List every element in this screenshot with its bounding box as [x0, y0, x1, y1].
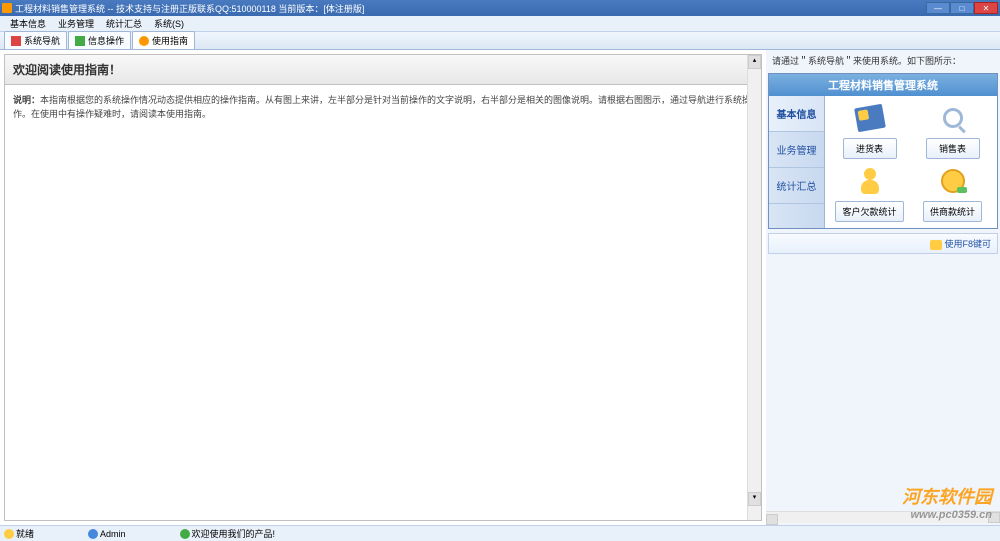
side-tab-business[interactable]: 业务管理 — [769, 132, 824, 168]
sidebar: 请通过＂系统导航＂来使用系统。如下图所示： 工程材料销售管理系统 基本信息 业务… — [766, 50, 1000, 525]
statusbar: 就绪 Admin 欢迎使用我们的产品! — [0, 525, 1000, 541]
purchase-button[interactable]: 进货表 — [843, 138, 897, 159]
menubar: 基本信息 业务管理 统计汇总 系统(S) — [0, 16, 1000, 32]
side-tab-stats[interactable]: 统计汇总 — [769, 168, 824, 204]
content-area: 欢迎阅读使用指南！ 说明：本指南根据您的系统操作情况动态提供相应的操作指南。从有… — [0, 50, 766, 525]
status-welcome-text: 欢迎使用我们的产品! — [192, 527, 276, 540]
nav-panel-title: 工程材料销售管理系统 — [769, 74, 997, 96]
desc-label: 说明： — [13, 95, 40, 105]
tab-info-ops[interactable]: 信息操作 — [68, 31, 131, 49]
nav-card-purchase: 进货表 — [831, 102, 908, 159]
menu-stats[interactable]: 统计汇总 — [100, 17, 148, 30]
side-tab-basic-info[interactable]: 基本信息 — [769, 96, 824, 132]
welcome-icon — [180, 529, 190, 539]
info-icon — [75, 36, 85, 46]
menu-system[interactable]: 系统(S) — [148, 17, 190, 30]
app-icon — [2, 3, 12, 13]
nav-panel: 工程材料销售管理系统 基本信息 业务管理 统计汇总 进货表 销售表 — [768, 73, 998, 229]
nav-card-supplier-payment: 供商款统计 — [914, 165, 991, 222]
desc-text: 本指南根据您的系统操作情况动态提供相应的操作指南。从有图上来讲，左半部分是针对当… — [13, 95, 751, 119]
magnifier-icon — [935, 102, 971, 134]
nav-card-customer-debt: 客户欠款统计 — [831, 165, 908, 222]
vertical-scrollbar[interactable]: ▴ ▾ — [747, 55, 761, 520]
book-icon — [852, 102, 888, 134]
minimize-button[interactable]: — — [926, 2, 950, 14]
watermark: 河东软件园 www.pc0359.cn — [902, 483, 992, 521]
sidebar-footer[interactable]: 使用F8键可 — [768, 233, 998, 254]
menu-business[interactable]: 业务管理 — [52, 17, 100, 30]
scroll-down-button[interactable]: ▾ — [748, 492, 761, 506]
status-welcome: 欢迎使用我们的产品! — [180, 527, 326, 540]
tab-label: 系统导航 — [24, 34, 60, 47]
sidebar-footer-text: 使用F8键可 — [944, 239, 991, 249]
guide-icon — [139, 36, 149, 46]
sales-button[interactable]: 销售表 — [926, 138, 980, 159]
status-ready: 就绪 — [4, 527, 84, 540]
tab-system-nav[interactable]: 系统导航 — [4, 31, 67, 49]
content-header: 欢迎阅读使用指南！ — [5, 55, 761, 85]
nav-cards: 进货表 销售表 客户欠款统计 供商款统计 — [825, 96, 997, 228]
scroll-left-button[interactable] — [766, 514, 778, 525]
maximize-button[interactable]: □ — [950, 2, 974, 14]
close-button[interactable]: ✕ — [974, 2, 998, 14]
scroll-up-button[interactable]: ▴ — [748, 55, 761, 69]
person-icon — [852, 165, 888, 197]
nav-icon — [11, 36, 21, 46]
user-icon — [88, 529, 98, 539]
menu-basic-info[interactable]: 基本信息 — [4, 17, 52, 30]
guide-title: 欢迎阅读使用指南！ — [13, 61, 753, 78]
tab-label: 使用指南 — [152, 34, 188, 47]
tab-user-guide[interactable]: 使用指南 — [132, 31, 195, 49]
status-user: Admin — [88, 529, 176, 539]
watermark-brand: 河东软件园 — [902, 487, 992, 507]
titlebar: 工程材料销售管理系统 -- 技术支持与注册正版联系QQ:510000118 当前… — [0, 0, 1000, 16]
ready-icon — [4, 529, 14, 539]
customer-debt-button[interactable]: 客户欠款统计 — [835, 201, 903, 222]
side-tabs: 基本信息 业务管理 统计汇总 — [769, 96, 825, 228]
status-user-text: Admin — [100, 529, 126, 539]
nav-card-sales: 销售表 — [914, 102, 991, 159]
coin-icon — [935, 165, 971, 197]
keyboard-icon — [930, 240, 942, 250]
watermark-url: www.pc0359.cn — [902, 509, 992, 521]
sidebar-hint: 请通过＂系统导航＂来使用系统。如下图所示： — [766, 50, 1000, 71]
supplier-payment-button[interactable]: 供商款统计 — [923, 201, 982, 222]
status-ready-text: 就绪 — [16, 527, 34, 540]
tabbar: 系统导航 信息操作 使用指南 — [0, 32, 1000, 50]
guide-body: 说明：本指南根据您的系统操作情况动态提供相应的操作指南。从有图上来讲，左半部分是… — [5, 85, 761, 130]
window-title: 工程材料销售管理系统 -- 技术支持与注册正版联系QQ:510000118 当前… — [15, 2, 926, 15]
tab-label: 信息操作 — [88, 34, 124, 47]
